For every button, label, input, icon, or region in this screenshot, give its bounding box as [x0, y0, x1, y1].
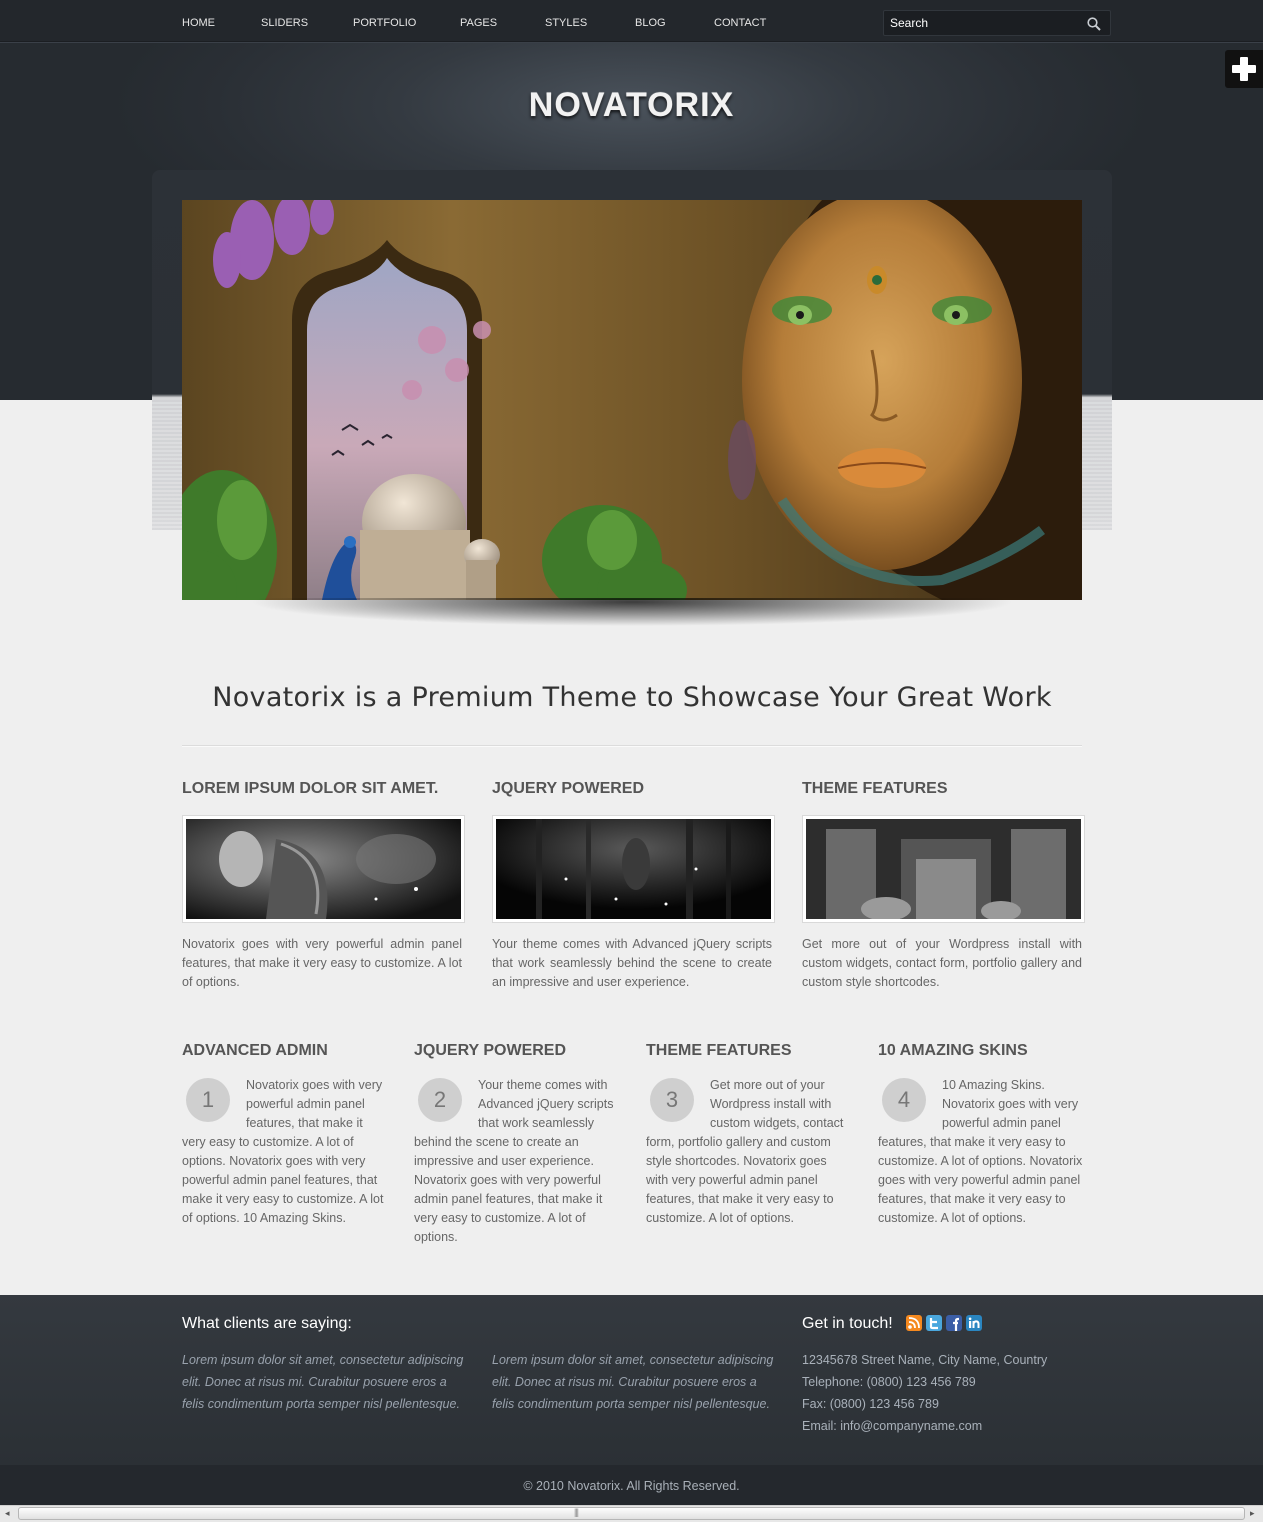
search-icon[interactable] — [1086, 16, 1102, 32]
panel-toggle-button[interactable] — [1225, 50, 1263, 88]
feature-thumbnail[interactable] — [802, 815, 1085, 923]
nav-item-portfolio[interactable]: PORTFOLIO — [353, 17, 416, 29]
numbered-column-3: THEME FEATURES 3 Get more out of your Wo… — [646, 1042, 851, 1228]
slider-shadow — [252, 598, 1012, 646]
contact-email[interactable]: Email: info@companyname.com — [802, 1415, 1047, 1437]
search-placeholder: Search — [890, 16, 929, 30]
nav-item-pages[interactable]: PAGES — [460, 17, 497, 29]
contact-fax: Fax: (0800) 123 456 789 — [802, 1397, 939, 1411]
nav-item-sliders[interactable]: SLIDERS — [261, 17, 308, 29]
numbered-title: ADVANCED ADMIN — [182, 1042, 328, 1059]
nav-item-contact[interactable]: CONTACT — [714, 17, 766, 29]
feature-column-3: THEME FEATURES Get more out of your Word… — [802, 780, 1085, 992]
step-number-badge: 4 — [882, 1078, 926, 1122]
plus-icon — [1232, 57, 1256, 81]
testimonial-quote: Lorem ipsum dolor sit amet, consectetur … — [182, 1353, 464, 1411]
feature-text: Get more out of your Wordpress install w… — [802, 937, 1082, 989]
numbered-column-2: JQUERY POWERED 2 Your theme comes with A… — [414, 1042, 619, 1247]
testimonial-quote: Lorem ipsum dolor sit amet, consectetur … — [492, 1353, 774, 1411]
testimonials-heading: What clients are saying: — [182, 1315, 352, 1332]
copyright-bar: © 2010 Novatorix. All Rights Reserved. — [0, 1465, 1263, 1505]
feature-thumbnail[interactable] — [182, 815, 465, 923]
nav-item-blog[interactable]: BLOG — [635, 17, 666, 29]
step-number-badge: 3 — [650, 1078, 694, 1122]
search-input[interactable]: Search — [883, 10, 1111, 36]
contact-heading: Get in touch! — [802, 1315, 893, 1332]
numbered-title: JQUERY POWERED — [414, 1042, 567, 1059]
scrollbar-grip-icon: ||| — [574, 1507, 579, 1517]
feature-title: JQUERY POWERED — [492, 780, 645, 797]
rss-icon[interactable] — [906, 1315, 922, 1331]
twitter-icon[interactable] — [926, 1315, 942, 1331]
scroll-right-arrow-icon[interactable]: ▸ — [1250, 1508, 1255, 1519]
scrollbar-thumb[interactable]: ||| — [18, 1507, 1245, 1520]
linkedin-icon[interactable] — [966, 1315, 982, 1331]
contact-details: 12345678 Street Name, City Name, Country… — [802, 1349, 1047, 1437]
numbered-title: 10 AMAZING SKINS — [878, 1042, 1028, 1059]
site-logo[interactable]: NOVATORIX — [0, 86, 1263, 125]
section-divider — [182, 745, 1082, 747]
feature-title: THEME FEATURES — [802, 780, 948, 797]
feature-column-1: LOREM IPSUM DOLOR SIT AMET. Novatorix go… — [182, 780, 465, 992]
step-number-badge: 2 — [418, 1078, 462, 1122]
top-navigation-bar: HOME SLIDERS PORTFOLIO PAGES STYLES BLOG… — [0, 0, 1263, 42]
feature-title: LOREM IPSUM DOLOR SIT AMET. — [182, 780, 439, 797]
contact-telephone: Telephone: (0800) 123 456 789 — [802, 1375, 976, 1389]
numbered-column-1: ADVANCED ADMIN 1 Novatorix goes with ver… — [182, 1042, 387, 1228]
page-tagline: Novatorix is a Premium Theme to Showcase… — [212, 682, 1052, 713]
numbered-title: THEME FEATURES — [646, 1042, 792, 1059]
facebook-icon[interactable] — [946, 1315, 962, 1331]
contact-address: 12345678 Street Name, City Name, Country — [802, 1353, 1048, 1367]
copyright-text: © 2010 Novatorix. All Rights Reserved. — [523, 1479, 740, 1493]
numbered-column-4: 10 AMAZING SKINS 4 10 Amazing Skins. Nov… — [878, 1042, 1083, 1228]
feature-text: Your theme comes with Advanced jQuery sc… — [492, 937, 772, 989]
hero-slide-image[interactable] — [182, 200, 1082, 600]
step-number-badge: 1 — [186, 1078, 230, 1122]
feature-column-2: JQUERY POWERED Your theme comes with Adv… — [492, 780, 775, 992]
scroll-left-arrow-icon[interactable]: ◂ — [5, 1508, 10, 1519]
nav-item-home[interactable]: HOME — [182, 17, 215, 29]
footer: What clients are saying: Lorem ipsum dol… — [0, 1295, 1263, 1465]
feature-thumbnail[interactable] — [492, 815, 775, 923]
horizontal-scrollbar[interactable]: ◂ ||| ▸ — [0, 1505, 1263, 1522]
feature-text: Novatorix goes with very powerful admin … — [182, 937, 462, 989]
nav-item-styles[interactable]: STYLES — [545, 17, 587, 29]
